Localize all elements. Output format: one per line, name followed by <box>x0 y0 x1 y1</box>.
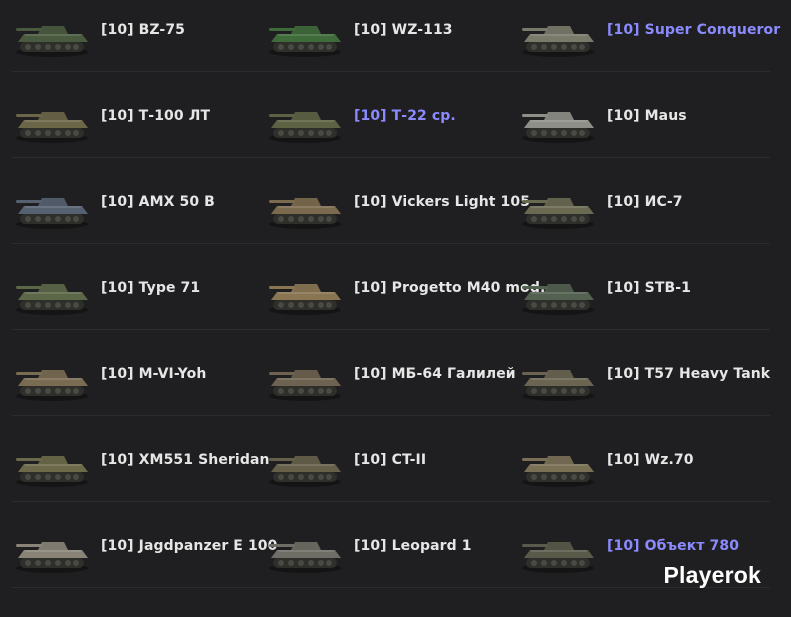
row-divider <box>12 71 770 72</box>
tank-item-label[interactable]: [10] Type 71 <box>101 280 200 296</box>
tank-item-label[interactable]: [10] BZ-75 <box>101 22 185 38</box>
tank-item-label[interactable]: [10] XM551 Sheridan <box>101 452 270 468</box>
tank-thumbnail-icon <box>16 26 88 57</box>
row-divider <box>12 243 770 244</box>
tank-item[interactable]: [10] Vickers Light 105 <box>265 172 530 258</box>
tank-thumbnail-icon <box>269 456 341 487</box>
tank-thumbnail-icon <box>522 198 594 229</box>
tank-item-label[interactable]: [10] ИС-7 <box>607 194 683 210</box>
tank-item-label[interactable]: [10] Т-22 ср. <box>354 108 456 124</box>
tank-item[interactable]: [10] STB-1 <box>518 258 770 344</box>
tank-item[interactable]: [10] Объект 780 <box>518 516 770 602</box>
tank-item[interactable]: [10] AMX 50 B <box>12 172 265 258</box>
tank-item-label[interactable]: [10] WZ-113 <box>354 22 453 38</box>
tank-thumbnail-icon <box>16 112 88 143</box>
tank-thumbnail-icon <box>522 542 594 573</box>
tank-thumbnail-icon <box>269 370 341 401</box>
tank-item[interactable]: [10] Type 71 <box>12 258 265 344</box>
tank-thumbnail-icon <box>269 198 341 229</box>
row-divider <box>12 501 770 502</box>
tank-thumbnail-icon <box>269 26 341 57</box>
tank-item-label[interactable]: [10] Jagdpanzer E 100 <box>101 538 277 554</box>
tank-item[interactable]: [10] XM551 Sheridan <box>12 430 269 516</box>
row-divider <box>12 415 770 416</box>
tank-item[interactable]: [10] WZ-113 <box>265 0 518 86</box>
tank-item[interactable]: [10] Maus <box>518 86 770 172</box>
tank-item[interactable]: [10] M-VI-Yoh <box>12 344 265 430</box>
tank-thumbnail-icon <box>16 198 88 229</box>
tank-item-label[interactable]: [10] AMX 50 B <box>101 194 215 210</box>
tank-item-label[interactable]: [10] M-VI-Yoh <box>101 366 206 382</box>
tank-item[interactable]: [10] Leopard 1 <box>265 516 518 602</box>
tank-item-label[interactable]: [10] CT-II <box>354 452 426 468</box>
tank-item[interactable]: [10] Т-22 ср. <box>265 86 518 172</box>
tank-thumbnail-icon <box>522 284 594 315</box>
tank-thumbnail-icon <box>16 456 88 487</box>
tank-thumbnail-icon <box>269 542 341 573</box>
tank-item-label[interactable]: [10] Maus <box>607 108 687 124</box>
tank-item-label[interactable]: [10] Wz.70 <box>607 452 694 468</box>
tank-item[interactable]: [10] МБ-64 Галилей <box>265 344 518 430</box>
tank-item[interactable]: [10] Wz.70 <box>518 430 770 516</box>
tank-thumbnail-icon <box>16 542 88 573</box>
tank-item[interactable]: [10] Jagdpanzer E 100 <box>12 516 277 602</box>
tank-item[interactable]: [10] ИС-7 <box>518 172 770 258</box>
tank-item-label[interactable]: [10] Vickers Light 105 <box>354 194 530 210</box>
tank-item-label[interactable]: [10] T57 Heavy Tank <box>607 366 770 382</box>
row-divider <box>12 587 770 588</box>
row-divider <box>12 157 770 158</box>
tank-item-label[interactable]: [10] Объект 780 <box>607 538 739 554</box>
tank-item[interactable]: [10] CT-II <box>265 430 518 516</box>
tank-thumbnail-icon <box>16 370 88 401</box>
tank-thumbnail-icon <box>16 284 88 315</box>
row-divider <box>12 329 770 330</box>
tank-item-label[interactable]: [10] Т-100 ЛТ <box>101 108 210 124</box>
tank-item[interactable]: [10] Т-100 ЛТ <box>12 86 265 172</box>
tank-thumbnail-icon <box>522 26 594 57</box>
tank-item[interactable]: [10] Super Conqueror <box>518 0 780 86</box>
tank-thumbnail-icon <box>522 456 594 487</box>
tank-item-label[interactable]: [10] Progetto M40 mod. <box>354 280 545 296</box>
tank-item-label[interactable]: [10] МБ-64 Галилей <box>354 366 516 382</box>
tank-list-page: [10] BZ-75 [10] WZ-113 [10] Super Conquero… <box>0 0 791 617</box>
tank-thumbnail-icon <box>522 370 594 401</box>
tank-item-label[interactable]: [10] STB-1 <box>607 280 691 296</box>
tank-thumbnail-icon <box>522 112 594 143</box>
brand-watermark: Playerok <box>663 562 761 588</box>
tank-thumbnail-icon <box>269 112 341 143</box>
tank-grid: [10] BZ-75 [10] WZ-113 [10] Super Conquero… <box>12 0 780 602</box>
tank-item[interactable]: [10] Progetto M40 mod. <box>265 258 545 344</box>
tank-item[interactable]: [10] BZ-75 <box>12 0 265 86</box>
tank-item-label[interactable]: [10] Super Conqueror <box>607 22 780 38</box>
tank-item[interactable]: [10] T57 Heavy Tank <box>518 344 770 430</box>
tank-item-label[interactable]: [10] Leopard 1 <box>354 538 472 554</box>
tank-thumbnail-icon <box>269 284 341 315</box>
